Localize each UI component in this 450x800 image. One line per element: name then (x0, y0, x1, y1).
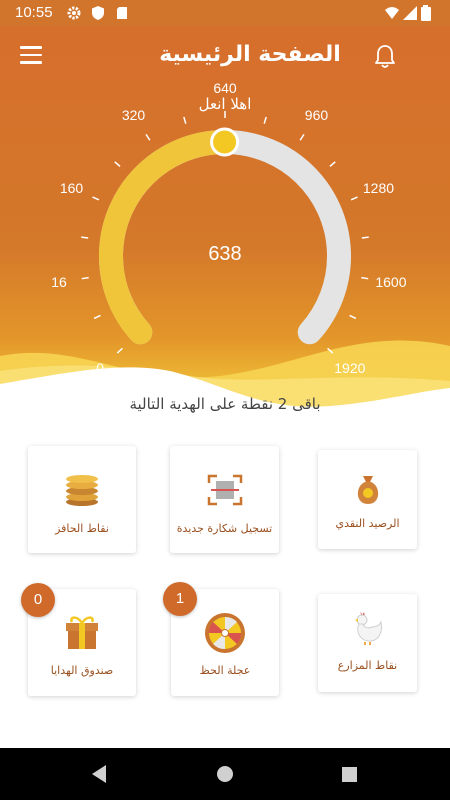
gauge-tick (114, 161, 121, 167)
gift-icon (66, 616, 98, 649)
gauge-tick-label: 16 (51, 274, 67, 291)
gauge-tick (329, 161, 336, 167)
gauge-tick (81, 276, 89, 280)
gauge-value: 638 (208, 243, 242, 265)
wheel-of-luck-badge: 1 (163, 582, 197, 616)
farmer-points-label: نقاط المزارع (337, 659, 398, 672)
gauge-tick (361, 276, 369, 280)
gauge-fill (99, 130, 237, 345)
cash-balance-label: الرصيد النقدي (335, 517, 400, 530)
back-icon[interactable] (73, 748, 125, 800)
system-nav-bar (0, 748, 450, 800)
gauge-tick-label: 320 (121, 107, 146, 124)
gauge-tick-label: 1280 (362, 179, 395, 196)
incentive-points-label: نقاط الحافز (55, 522, 109, 535)
cash-balance-card[interactable]: الرصيد النقدي (318, 450, 417, 549)
gauge-tick (349, 314, 357, 320)
gauge-tick (299, 133, 305, 141)
gauge-tick-label: 1920 (334, 360, 366, 377)
gauge-knob (210, 127, 240, 157)
scan-icon (207, 474, 242, 506)
points-gauge (81, 111, 369, 354)
recents-icon[interactable] (323, 748, 375, 800)
gauge-tick (116, 347, 123, 354)
farmer-points-card[interactable]: نقاط المزارع (318, 594, 417, 692)
register-card-card[interactable]: تسجيل شكارة جديدة (170, 446, 279, 553)
gauge-tick (92, 196, 100, 201)
gauge-tick-label: 0 (96, 360, 105, 377)
gift-box-label: صندوق الهدايا (50, 664, 114, 677)
gauge-tick-label: 1600 (375, 274, 407, 291)
gauge-tick (183, 116, 187, 124)
gauge-tick-label: 960 (304, 107, 329, 124)
money-bag-icon (357, 476, 378, 504)
gauge-tick (361, 236, 369, 239)
gauge-tick-label: 640 (213, 80, 237, 96)
gauge-tick (93, 314, 101, 320)
gauge-tick (145, 133, 151, 141)
gift-box-badge: 0 (21, 583, 55, 617)
gauge-tick (263, 116, 267, 124)
chicken-icon (354, 612, 382, 645)
wheel-icon (205, 613, 245, 653)
coins-icon (66, 475, 98, 506)
gauge-tick (81, 236, 89, 239)
home-icon[interactable] (199, 748, 251, 800)
gauge-tick-label: 160 (59, 179, 84, 196)
wheel-of-luck-label: عجلة الحظ (199, 664, 251, 677)
incentive-points-card[interactable]: نقاط الحافز (28, 446, 136, 553)
next-gift-text: باقى 2 نقطة على الهدية التالية (129, 395, 321, 413)
register-card-label: تسجيل شكارة جديدة (176, 522, 273, 535)
gauge-tick (327, 347, 334, 354)
gauge-tick (350, 196, 358, 201)
